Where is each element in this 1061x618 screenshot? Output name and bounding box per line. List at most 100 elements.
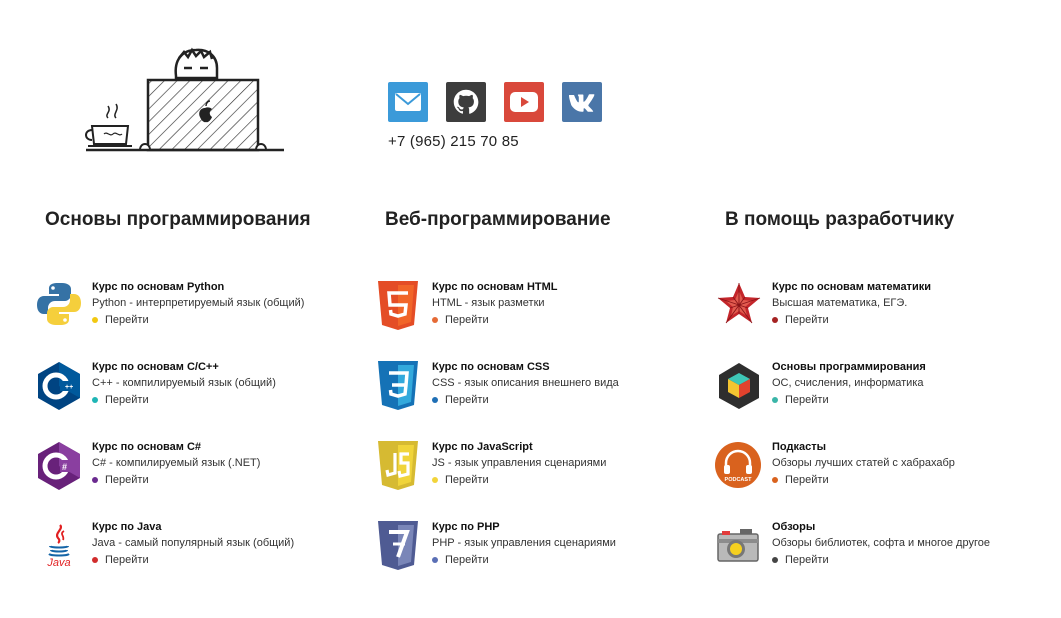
column-title-dev-help: В помощь разработчику — [725, 209, 955, 230]
go-link[interactable]: Перейти — [432, 474, 489, 486]
vk-button[interactable] — [562, 82, 602, 122]
cpp-logo-icon: ++ — [36, 361, 84, 413]
course-name: Курс по основам C# — [92, 441, 202, 453]
course-description: HTML - язык разметки — [432, 297, 545, 309]
svg-text:#: # — [62, 462, 67, 472]
course-name: Курс по Java — [92, 521, 162, 533]
go-link-label: Перейти — [785, 394, 829, 406]
go-link[interactable]: Перейти — [432, 554, 489, 566]
bullet-dot — [432, 317, 438, 323]
course-name: Курс по PHP — [432, 521, 500, 533]
course-description: JS - язык управления сценариями — [432, 457, 607, 469]
mail-button[interactable] — [388, 82, 428, 122]
course-card-css[interactable]: Курс по основам CSS CSS - язык описания … — [376, 361, 676, 417]
go-link-label: Перейти — [785, 554, 829, 566]
course-card-html[interactable]: Курс по основам HTML HTML - язык разметк… — [376, 281, 676, 337]
go-link[interactable]: Перейти — [92, 394, 149, 406]
go-link-label: Перейти — [445, 394, 489, 406]
svg-text:++: ++ — [65, 384, 73, 391]
go-link[interactable]: Перейти — [772, 474, 829, 486]
course-name: Курс по основам C/C++ — [92, 361, 219, 373]
course-card-reviews[interactable]: Обзоры Обзоры библиотек, софта и многое … — [716, 521, 1016, 577]
course-description: Python - интерпретируемый язык (общий) — [92, 297, 305, 309]
bullet-dot — [92, 557, 98, 563]
python-logo-icon — [36, 281, 84, 333]
phone-number: +7 (965) 215 70 85 — [388, 133, 519, 150]
course-description: CSS - язык описания внешнего вида — [432, 377, 619, 389]
course-description: Высшая математика, ЕГЭ. — [772, 297, 908, 309]
css3-logo-icon — [376, 361, 424, 413]
bullet-dot — [92, 477, 98, 483]
github-button[interactable] — [446, 82, 486, 122]
course-card-js[interactable]: Курс по JavaScript JS - язык управления … — [376, 441, 676, 497]
go-link[interactable]: Перейти — [772, 314, 829, 326]
cube-logo-icon — [716, 361, 764, 413]
go-link[interactable]: Перейти — [772, 554, 829, 566]
github-icon — [453, 89, 479, 114]
go-link-label: Перейти — [445, 474, 489, 486]
bullet-dot — [772, 317, 778, 323]
go-link-label: Перейти — [445, 554, 489, 566]
svg-text:PODCAST: PODCAST — [725, 477, 753, 483]
go-link-label: Перейти — [105, 554, 149, 566]
course-name: Курс по JavaScript — [432, 441, 533, 453]
go-link[interactable]: Перейти — [432, 394, 489, 406]
wolfram-logo-icon — [716, 281, 764, 333]
go-link[interactable]: Перейти — [92, 474, 149, 486]
go-link-label: Перейти — [785, 474, 829, 486]
csharp-logo-icon: # — [36, 441, 84, 493]
go-link-label: Перейти — [785, 314, 829, 326]
course-card-python[interactable]: Курс по основам Python Python - интерпре… — [36, 281, 336, 337]
course-description: Java - самый популярный язык (общий) — [92, 537, 295, 549]
course-card-cpp[interactable]: ++ Курс по основам C/C++ C++ - компилиру… — [36, 361, 336, 417]
podcast-logo-icon: PODCAST — [714, 441, 762, 493]
go-link[interactable]: Перейти — [92, 314, 149, 326]
course-card-programming[interactable]: Основы программирования ОС, счисления, и… — [716, 361, 1016, 417]
course-name: Курс по основам Python — [92, 281, 225, 293]
bullet-dot — [772, 557, 778, 563]
bullet-dot — [772, 397, 778, 403]
go-link-label: Перейти — [105, 314, 149, 326]
course-card-java[interactable]: Java Курс по Java Java - самый популярны… — [36, 521, 336, 577]
course-name: Курс по основам математики — [772, 281, 931, 293]
course-description: ОС, счисления, информатика — [772, 377, 924, 389]
column-title-basics: Основы программирования — [45, 209, 311, 230]
course-description: C++ - компилируемый язык (общий) — [92, 377, 276, 389]
go-link-label: Перейти — [105, 474, 149, 486]
youtube-button[interactable] — [504, 82, 544, 122]
bullet-dot — [92, 397, 98, 403]
course-card-csharp[interactable]: # Курс по основам C# C# - компилируемый … — [36, 441, 336, 497]
mail-icon — [395, 93, 421, 111]
bullet-dot — [92, 317, 98, 323]
go-link-label: Перейти — [445, 314, 489, 326]
course-description: C# - компилируемый язык (.NET) — [92, 457, 261, 469]
course-card-math[interactable]: Курс по основам математики Высшая матема… — [716, 281, 1016, 337]
camera-logo-icon — [716, 521, 764, 573]
course-name: Обзоры — [772, 521, 816, 533]
java-logo-icon: Java — [36, 521, 84, 573]
course-name: Подкасты — [772, 441, 826, 453]
course-card-php[interactable]: Курс по PHP PHP - язык управления сценар… — [376, 521, 676, 577]
bullet-dot — [432, 557, 438, 563]
bullet-dot — [432, 397, 438, 403]
bullet-dot — [772, 477, 778, 483]
developer-at-laptop-illustration — [84, 46, 288, 158]
course-card-podcasts[interactable]: PODCAST Подкасты Обзоры лучших статей с … — [714, 441, 1014, 497]
course-description: Обзоры библиотек, софта и многое другое — [772, 537, 990, 549]
go-link[interactable]: Перейти — [772, 394, 829, 406]
js-logo-icon — [376, 441, 424, 493]
go-link-label: Перейти — [105, 394, 149, 406]
bullet-dot — [432, 477, 438, 483]
course-name: Основы программирования — [772, 361, 926, 373]
course-name: Курс по основам HTML — [432, 281, 558, 293]
course-description: Обзоры лучших статей с хабрахабр — [772, 457, 955, 469]
vk-icon — [569, 94, 595, 112]
php-logo-icon — [376, 521, 424, 573]
course-description: PHP - язык управления сценариями — [432, 537, 616, 549]
go-link[interactable]: Перейти — [432, 314, 489, 326]
youtube-icon — [510, 92, 538, 112]
column-title-web: Веб-программирование — [385, 209, 611, 230]
social-links — [388, 82, 602, 122]
go-link[interactable]: Перейти — [92, 554, 149, 566]
html5-logo-icon — [376, 281, 424, 333]
